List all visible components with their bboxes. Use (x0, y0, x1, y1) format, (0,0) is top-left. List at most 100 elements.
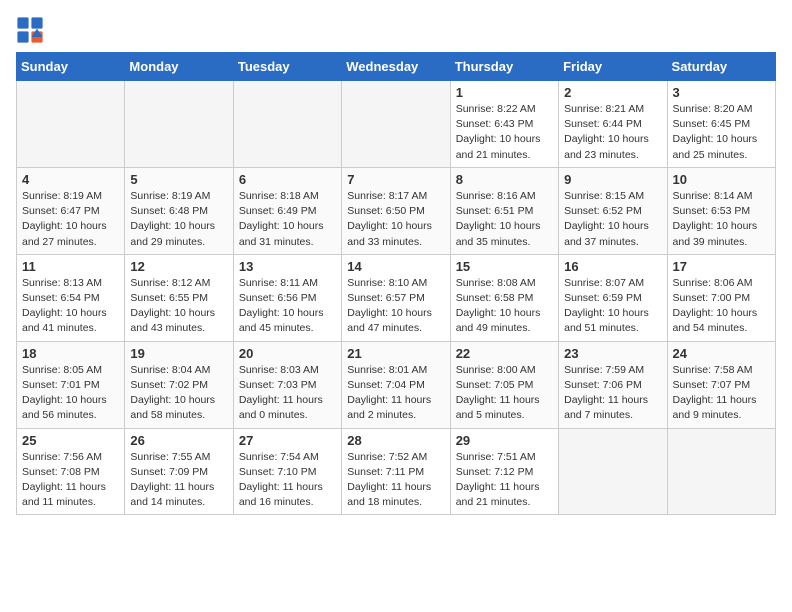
logo (16, 16, 48, 44)
calendar-table: SundayMondayTuesdayWednesdayThursdayFrid… (16, 52, 776, 515)
day-info: Sunrise: 8:10 AM Sunset: 6:57 PM Dayligh… (347, 276, 444, 337)
day-info: Sunrise: 8:05 AM Sunset: 7:01 PM Dayligh… (22, 363, 119, 424)
logo-icon (16, 16, 44, 44)
day-info: Sunrise: 8:21 AM Sunset: 6:44 PM Dayligh… (564, 102, 661, 163)
day-cell (667, 428, 775, 515)
day-number: 6 (239, 172, 336, 187)
day-number: 7 (347, 172, 444, 187)
week-row-0: 1 Sunrise: 8:22 AM Sunset: 6:43 PM Daylig… (17, 81, 776, 168)
day-number: 27 (239, 433, 336, 448)
header-row: SundayMondayTuesdayWednesdayThursdayFrid… (17, 53, 776, 81)
day-number: 19 (130, 346, 227, 361)
day-info: Sunrise: 7:59 AM Sunset: 7:06 PM Dayligh… (564, 363, 661, 424)
day-cell: 3 Sunrise: 8:20 AM Sunset: 6:45 PM Daylig… (667, 81, 775, 168)
day-cell: 6Sunrise: 8:18 AM Sunset: 6:49 PM Daylig… (233, 167, 341, 254)
week-row-2: 11Sunrise: 8:13 AM Sunset: 6:54 PM Dayli… (17, 254, 776, 341)
day-number: 3 (673, 85, 770, 100)
day-number: 20 (239, 346, 336, 361)
day-number: 18 (22, 346, 119, 361)
day-number: 15 (456, 259, 553, 274)
day-number: 25 (22, 433, 119, 448)
day-cell: 23 Sunrise: 7:59 AM Sunset: 7:06 PM Dayli… (559, 341, 667, 428)
day-info: Sunrise: 8:20 AM Sunset: 6:45 PM Dayligh… (673, 102, 770, 163)
day-cell (342, 81, 450, 168)
day-cell: 29 Sunrise: 7:51 AM Sunset: 7:12 PM Dayli… (450, 428, 558, 515)
day-cell: 20 Sunrise: 8:03 AM Sunset: 7:03 PM Dayli… (233, 341, 341, 428)
header-monday: Monday (125, 53, 233, 81)
day-cell: 22 Sunrise: 8:00 AM Sunset: 7:05 PM Dayli… (450, 341, 558, 428)
header-sunday: Sunday (17, 53, 125, 81)
day-cell: 2 Sunrise: 8:21 AM Sunset: 6:44 PM Daylig… (559, 81, 667, 168)
day-info: Sunrise: 8:07 AM Sunset: 6:59 PM Dayligh… (564, 276, 661, 337)
day-info: Sunrise: 8:15 AM Sunset: 6:52 PM Dayligh… (564, 189, 661, 250)
day-info: Sunrise: 8:01 AM Sunset: 7:04 PM Dayligh… (347, 363, 444, 424)
day-cell: 19 Sunrise: 8:04 AM Sunset: 7:02 PM Dayli… (125, 341, 233, 428)
day-cell (233, 81, 341, 168)
day-info: Sunrise: 8:22 AM Sunset: 6:43 PM Dayligh… (456, 102, 553, 163)
day-number: 4 (22, 172, 119, 187)
header-wednesday: Wednesday (342, 53, 450, 81)
day-info: Sunrise: 7:56 AM Sunset: 7:08 PM Dayligh… (22, 450, 119, 511)
day-info: Sunrise: 7:55 AM Sunset: 7:09 PM Dayligh… (130, 450, 227, 511)
day-info: Sunrise: 8:04 AM Sunset: 7:02 PM Dayligh… (130, 363, 227, 424)
day-info: Sunrise: 8:03 AM Sunset: 7:03 PM Dayligh… (239, 363, 336, 424)
day-number: 21 (347, 346, 444, 361)
day-cell: 8Sunrise: 8:16 AM Sunset: 6:51 PM Daylig… (450, 167, 558, 254)
day-cell: 16 Sunrise: 8:07 AM Sunset: 6:59 PM Dayli… (559, 254, 667, 341)
day-info: Sunrise: 7:51 AM Sunset: 7:12 PM Dayligh… (456, 450, 553, 511)
day-number: 28 (347, 433, 444, 448)
day-info: Sunrise: 8:00 AM Sunset: 7:05 PM Dayligh… (456, 363, 553, 424)
day-number: 26 (130, 433, 227, 448)
day-info: Sunrise: 8:17 AM Sunset: 6:50 PM Dayligh… (347, 189, 444, 250)
day-number: 5 (130, 172, 227, 187)
day-number: 17 (673, 259, 770, 274)
day-cell: 13 Sunrise: 8:11 AM Sunset: 6:56 PM Dayli… (233, 254, 341, 341)
day-number: 13 (239, 259, 336, 274)
day-number: 16 (564, 259, 661, 274)
day-cell: 11Sunrise: 8:13 AM Sunset: 6:54 PM Dayli… (17, 254, 125, 341)
header-saturday: Saturday (667, 53, 775, 81)
header-friday: Friday (559, 53, 667, 81)
day-number: 9 (564, 172, 661, 187)
day-number: 8 (456, 172, 553, 187)
week-row-1: 4 Sunrise: 8:19 AM Sunset: 6:47 PM Daylig… (17, 167, 776, 254)
day-info: Sunrise: 8:06 AM Sunset: 7:00 PM Dayligh… (673, 276, 770, 337)
week-row-4: 25 Sunrise: 7:56 AM Sunset: 7:08 PM Dayli… (17, 428, 776, 515)
day-cell (125, 81, 233, 168)
day-info: Sunrise: 7:54 AM Sunset: 7:10 PM Dayligh… (239, 450, 336, 511)
day-cell: 15 Sunrise: 8:08 AM Sunset: 6:58 PM Dayli… (450, 254, 558, 341)
day-cell: 28 Sunrise: 7:52 AM Sunset: 7:11 PM Dayli… (342, 428, 450, 515)
day-number: 1 (456, 85, 553, 100)
page-header (16, 16, 776, 44)
day-cell: 12Sunrise: 8:12 AM Sunset: 6:55 PM Dayli… (125, 254, 233, 341)
day-cell: 27 Sunrise: 7:54 AM Sunset: 7:10 PM Dayli… (233, 428, 341, 515)
day-cell: 5 Sunrise: 8:19 AM Sunset: 6:48 PM Daylig… (125, 167, 233, 254)
day-cell (559, 428, 667, 515)
day-info: Sunrise: 8:12 AM Sunset: 6:55 PM Dayligh… (130, 276, 227, 337)
day-cell (17, 81, 125, 168)
day-info: Sunrise: 8:19 AM Sunset: 6:48 PM Dayligh… (130, 189, 227, 250)
day-cell: 25 Sunrise: 7:56 AM Sunset: 7:08 PM Dayli… (17, 428, 125, 515)
day-info: Sunrise: 8:19 AM Sunset: 6:47 PM Dayligh… (22, 189, 119, 250)
day-number: 14 (347, 259, 444, 274)
day-number: 29 (456, 433, 553, 448)
day-info: Sunrise: 8:08 AM Sunset: 6:58 PM Dayligh… (456, 276, 553, 337)
day-number: 23 (564, 346, 661, 361)
day-cell: 9 Sunrise: 8:15 AM Sunset: 6:52 PM Daylig… (559, 167, 667, 254)
day-number: 10 (673, 172, 770, 187)
day-cell: 17 Sunrise: 8:06 AM Sunset: 7:00 PM Dayli… (667, 254, 775, 341)
day-cell: 21 Sunrise: 8:01 AM Sunset: 7:04 PM Dayli… (342, 341, 450, 428)
day-info: Sunrise: 8:11 AM Sunset: 6:56 PM Dayligh… (239, 276, 336, 337)
day-cell: 7 Sunrise: 8:17 AM Sunset: 6:50 PM Daylig… (342, 167, 450, 254)
day-number: 22 (456, 346, 553, 361)
day-info: Sunrise: 7:52 AM Sunset: 7:11 PM Dayligh… (347, 450, 444, 511)
day-number: 24 (673, 346, 770, 361)
day-number: 11 (22, 259, 119, 274)
header-tuesday: Tuesday (233, 53, 341, 81)
day-cell: 4 Sunrise: 8:19 AM Sunset: 6:47 PM Daylig… (17, 167, 125, 254)
day-number: 2 (564, 85, 661, 100)
day-info: Sunrise: 7:58 AM Sunset: 7:07 PM Dayligh… (673, 363, 770, 424)
day-cell: 24 Sunrise: 7:58 AM Sunset: 7:07 PM Dayli… (667, 341, 775, 428)
day-cell: 18 Sunrise: 8:05 AM Sunset: 7:01 PM Dayli… (17, 341, 125, 428)
day-cell: 10Sunrise: 8:14 AM Sunset: 6:53 PM Dayli… (667, 167, 775, 254)
